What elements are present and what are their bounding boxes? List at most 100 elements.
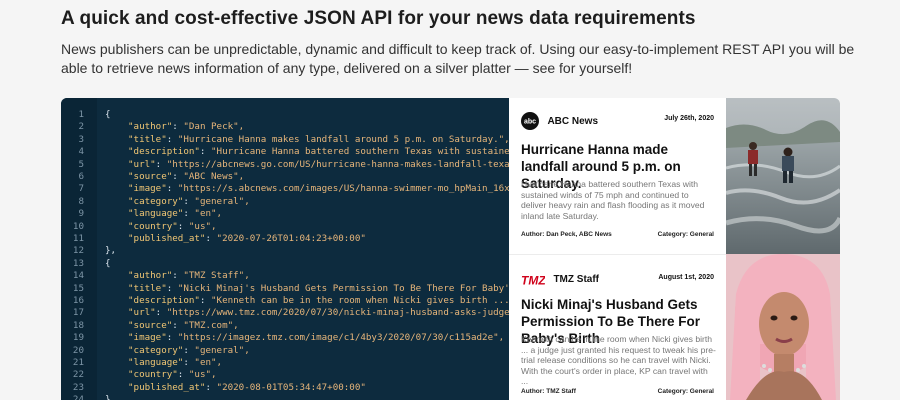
line-number: 20: [72, 344, 84, 356]
json-key: "source": [128, 319, 173, 331]
portrait-image-icon: [726, 254, 840, 400]
code-line: 8 "category": "general",: [61, 196, 509, 208]
json-entry: "author": "Dan Peck",: [128, 121, 244, 133]
json-punctuation: },: [105, 394, 116, 400]
json-key: "description": [128, 295, 200, 306]
svg-text:abc: abc: [524, 119, 536, 126]
code-line: 3 "title": "Hurricane Hanna makes landfal…: [61, 134, 509, 146]
card-author: Author: Dan Peck, ABC News: [521, 231, 612, 238]
json-colon: :: [166, 183, 178, 195]
json-colon: :: [172, 171, 184, 182]
json-colon: :: [183, 344, 195, 356]
code-line: 19 "image": "https://imagez.tmz.com/image…: [61, 332, 509, 344]
code-line: 11 "published_at": "2020-07-26T01:04:23+0…: [61, 233, 509, 245]
json-value: "us",: [188, 220, 217, 232]
card-date: July 26th, 2020: [664, 115, 714, 122]
json-key: "title": [128, 133, 167, 145]
json-key: "author": [128, 121, 173, 133]
svg-text:TMZ: TMZ: [521, 274, 545, 286]
json-entry: "published_at": "2020-07-26T01:04:23+00:…: [128, 233, 366, 245]
json-key: "country": [128, 369, 178, 381]
code-line: 22 "country": "us",: [61, 369, 509, 381]
line-number: 23: [72, 381, 84, 393]
code-line: 4 "description": "Hurricane Hanna battere…: [61, 146, 509, 158]
json-value: "TMZ Staff",: [183, 270, 250, 282]
json-bracket: {: [105, 109, 111, 120]
json-value: "Hurricane Hanna battered southern Texas…: [211, 146, 509, 158]
code-line: 5 "url": "https://abcnews.go.com/US/hurri…: [61, 159, 509, 171]
json-colon: :: [205, 233, 217, 244]
json-code-block[interactable]: 1{2 "author": "Dan Peck", 3 "title": "Hurri…: [61, 98, 509, 400]
line-number: 8: [78, 195, 84, 207]
json-colon: :: [199, 295, 211, 306]
json-entry: "source": "TMZ.com",: [128, 320, 239, 332]
line-number: 22: [72, 369, 84, 381]
line-number: 24: [72, 394, 84, 400]
json-key: "source": [128, 171, 173, 182]
code-line: 6 "source": "ABC News",: [61, 171, 509, 183]
line-number: 7: [78, 183, 84, 195]
card-description: Kenneth can be in the room when Nicki gi…: [521, 334, 716, 386]
json-key: "url": [128, 158, 156, 170]
json-key: "description": [128, 146, 200, 158]
json-entry: "description": "Kenneth can be in the ro…: [128, 295, 509, 307]
json-entry: "language": "en",: [128, 357, 222, 369]
json-bracket: },: [105, 394, 117, 400]
line-number: 4: [78, 146, 84, 158]
json-punctuation: {: [105, 109, 111, 121]
json-value: "Dan Peck",: [183, 121, 245, 133]
line-number: 3: [78, 133, 84, 145]
code-line: 20 "category": "general",: [61, 345, 509, 357]
card-author: Author: TMZ Staff: [521, 388, 576, 395]
json-key: "category": [128, 344, 184, 356]
json-entry: "category": "general",: [128, 196, 250, 208]
json-key: "language": [128, 357, 184, 368]
json-entry: "description": "Hurricane Hanna battered…: [128, 146, 509, 158]
code-line: 17 "url": "https://www.tmz.com/2020/07/30…: [61, 307, 509, 319]
json-entry: "country": "us",: [128, 369, 217, 381]
json-value: "general",: [194, 344, 250, 356]
json-value: "Kenneth can be in the room when Nicki g…: [211, 295, 509, 306]
json-colon: :: [166, 133, 178, 145]
json-value: "2020-08-01T05:34:47+00:00": [216, 381, 366, 393]
json-value: "https://imagez.tmz.com/image/c1/4by3/20…: [177, 332, 505, 344]
card-date: August 1st, 2020: [658, 274, 714, 281]
json-entry: "image": "https://imagez.tmz.com/image/c…: [128, 332, 504, 344]
json-colon: :: [183, 208, 195, 220]
json-key: "title": [128, 282, 167, 294]
json-entry: "country": "us",: [128, 221, 217, 233]
page-title: A quick and cost-effective JSON API for …: [61, 8, 696, 29]
json-key: "image": [128, 183, 167, 195]
line-number: 16: [72, 295, 84, 306]
json-colon: :: [166, 282, 178, 294]
json-entry: "author": "TMZ Staff",: [128, 270, 250, 282]
json-colon: :: [205, 381, 217, 393]
json-value: "https://s.abcnews.com/images/US/hanna-s…: [177, 183, 509, 195]
json-entry: "url": "https://abcnews.go.com/US/hurric…: [128, 159, 509, 171]
line-number: 6: [78, 171, 84, 182]
news-card-abc[interactable]: abc ABC News July 26th, 2020 Hurricane H…: [509, 98, 726, 254]
card-category: Category: General: [657, 388, 714, 395]
news-card-tmz[interactable]: TMZ TMZ Staff August 1st, 2020 Nicki Min…: [509, 254, 726, 400]
json-entry: "language": "en",: [128, 208, 222, 220]
json-punctuation: },: [105, 245, 116, 257]
json-value: "https://www.tmz.com/2020/07/30/nicki-mi…: [166, 307, 509, 319]
json-entry: "title": "Nicki Minaj's Husband Gets Per…: [128, 283, 509, 295]
line-number: 2: [78, 121, 84, 133]
code-line: 13 {: [61, 258, 509, 270]
json-key: "language": [128, 208, 184, 220]
line-number: 13: [72, 257, 84, 269]
line-number: 17: [72, 307, 84, 319]
json-colon: :: [166, 332, 178, 344]
line-number: 14: [72, 270, 84, 282]
json-colon: :: [177, 220, 189, 232]
json-colon: :: [183, 195, 195, 207]
line-number: 12: [72, 245, 84, 257]
code-line: 21 "language": "en",: [61, 357, 509, 369]
json-value: "Hurricane Hanna makes landfall around 5…: [177, 133, 509, 145]
json-value: "ABC News",: [183, 171, 245, 182]
card-meta: Author: Dan Peck, ABC News Category: Gen…: [521, 231, 714, 238]
code-line: 10 "country": "us",: [61, 221, 509, 233]
line-number: 10: [72, 220, 84, 232]
code-line: 24},: [61, 394, 509, 400]
